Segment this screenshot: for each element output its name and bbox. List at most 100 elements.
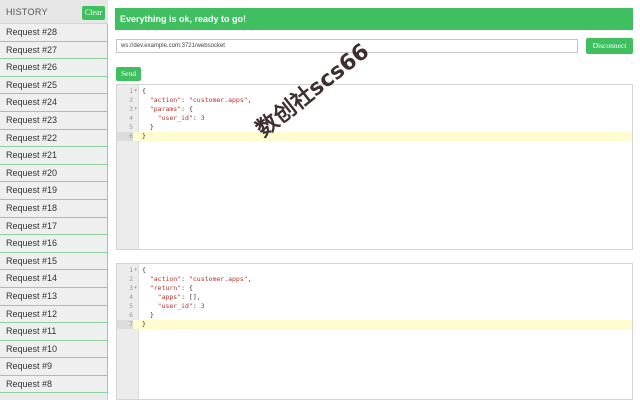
line-number: 3 (129, 284, 133, 292)
response-editor[interactable]: 1 ▾{2 "action": "customer.apps", 3 ▾ "retur… (116, 263, 633, 400)
code-token: : [], (181, 293, 201, 301)
history-title: HISTORY (6, 7, 48, 17)
line-code: "params": { (142, 105, 193, 114)
history-item[interactable]: Request #8 (0, 375, 108, 394)
code-token: { (142, 87, 146, 95)
code-token: : (192, 114, 201, 122)
code-token: , (247, 96, 252, 104)
line-number: 4 (129, 293, 133, 301)
code-line: 6 } (117, 311, 632, 320)
history-item[interactable]: Request #27 (0, 41, 108, 60)
line-number: 3 (129, 105, 133, 113)
code-token: } (142, 132, 146, 140)
history-item[interactable]: Request #21 (0, 147, 108, 165)
line-number: 2 (129, 275, 133, 283)
code-token: : { (181, 284, 193, 292)
code-line: 3 ▾ "return": { (117, 284, 632, 293)
code-line: 6} (117, 132, 632, 141)
code-token: } (142, 311, 154, 319)
history-item[interactable]: Request #25 (0, 76, 108, 95)
code-token: "params" (149, 105, 182, 113)
code-token: { (142, 266, 146, 274)
code-token: "user_id" (157, 302, 193, 310)
line-code: "user_id": 3 (142, 302, 205, 311)
code-token: } (142, 123, 154, 131)
fold-toggle-icon[interactable]: ▾ (134, 266, 137, 275)
fold-toggle-icon[interactable]: ▾ (134, 105, 137, 114)
code-token: "action" (149, 96, 182, 104)
code-line: 2 "action": "customer.apps", (117, 275, 632, 284)
clear-history-button[interactable]: Clear (82, 6, 105, 20)
code-line: 4 "user_id": 3 (117, 114, 632, 123)
line-code: "apps": [], (142, 293, 201, 302)
line-code: "user_id": 3 (142, 114, 205, 123)
code-line: 1 ▾ { (117, 87, 632, 96)
line-number: 1 (129, 266, 133, 274)
code-token: : { (181, 105, 193, 113)
code-token: 3 (200, 114, 205, 122)
send-button[interactable]: Send (116, 67, 141, 81)
line-code: } (142, 320, 146, 329)
fold-toggle-icon[interactable]: ▾ (134, 284, 137, 293)
code-line: 7} (117, 320, 632, 329)
history-item[interactable]: Request #16 (0, 235, 108, 253)
line-number: 1 (129, 87, 133, 95)
history-item[interactable]: Request #15 (0, 252, 108, 271)
request-editor[interactable]: 1 ▾{2 "action": "customer.apps", 3 ▾ "param… (116, 84, 633, 250)
code-token: } (142, 320, 146, 328)
history-item[interactable]: Request #22 (0, 129, 108, 148)
history-item[interactable]: Request #20 (0, 164, 108, 183)
line-code: { (142, 266, 146, 275)
code-token: "customer.apps" (188, 96, 248, 104)
history-item[interactable]: Request #26 (0, 59, 108, 77)
code-token: "action" (149, 275, 182, 283)
code-token: "apps" (157, 293, 182, 301)
code-line: 2 "action": "customer.apps", (117, 96, 632, 105)
history-item[interactable]: Request #19 (0, 182, 108, 200)
line-code: { (142, 87, 146, 96)
code-token: "user_id" (157, 114, 193, 122)
history-list: Request #28 Request #27 Request #26 Request… (0, 24, 108, 394)
code-line: 5 "user_id": 3 (117, 302, 632, 311)
history-item[interactable]: Request #13 (0, 287, 108, 306)
line-number: 5 (129, 123, 133, 131)
code-token: : (192, 302, 201, 310)
code-line: 5 } (117, 123, 632, 132)
line-number: 7 (117, 320, 133, 329)
fold-toggle-icon[interactable]: ▾ (134, 87, 137, 96)
history-header: HISTORY Clear (0, 0, 108, 24)
line-code: } (142, 132, 146, 141)
line-number: 5 (129, 302, 133, 310)
code-token: "customer.apps" (188, 275, 248, 283)
code-token: 3 (200, 302, 205, 310)
history-item[interactable]: Request #14 (0, 270, 108, 288)
history-item[interactable]: Request #12 (0, 305, 108, 324)
history-item[interactable]: Request #10 (0, 340, 108, 359)
history-item[interactable]: Request #24 (0, 94, 108, 112)
line-number: 6 (117, 132, 133, 141)
code-line: 1 ▾ { (117, 266, 632, 275)
code-token: : (181, 96, 189, 104)
history-item[interactable]: Request #17 (0, 217, 108, 236)
status-banner: Everything is ok, ready to go! (115, 8, 633, 30)
history-item[interactable]: Request #23 (0, 111, 108, 130)
history-item[interactable]: Request #11 (0, 323, 108, 341)
code-token: , (247, 275, 252, 283)
disconnect-button[interactable]: Disconnect (586, 38, 633, 54)
line-code: } (142, 311, 154, 320)
line-number: 6 (129, 311, 133, 319)
app-root: HISTORY Clear Request #28 Request #27 Requ… (0, 0, 640, 400)
line-code: "return": { (142, 284, 193, 293)
history-item[interactable]: Request #18 (0, 199, 108, 218)
history-item[interactable]: Request #9 (0, 358, 108, 376)
line-code: } (142, 123, 154, 132)
line-code: "action": "customer.apps", (142, 96, 252, 105)
history-item[interactable]: Request #28 (0, 24, 108, 42)
line-code: "action": "customer.apps", (142, 275, 252, 284)
